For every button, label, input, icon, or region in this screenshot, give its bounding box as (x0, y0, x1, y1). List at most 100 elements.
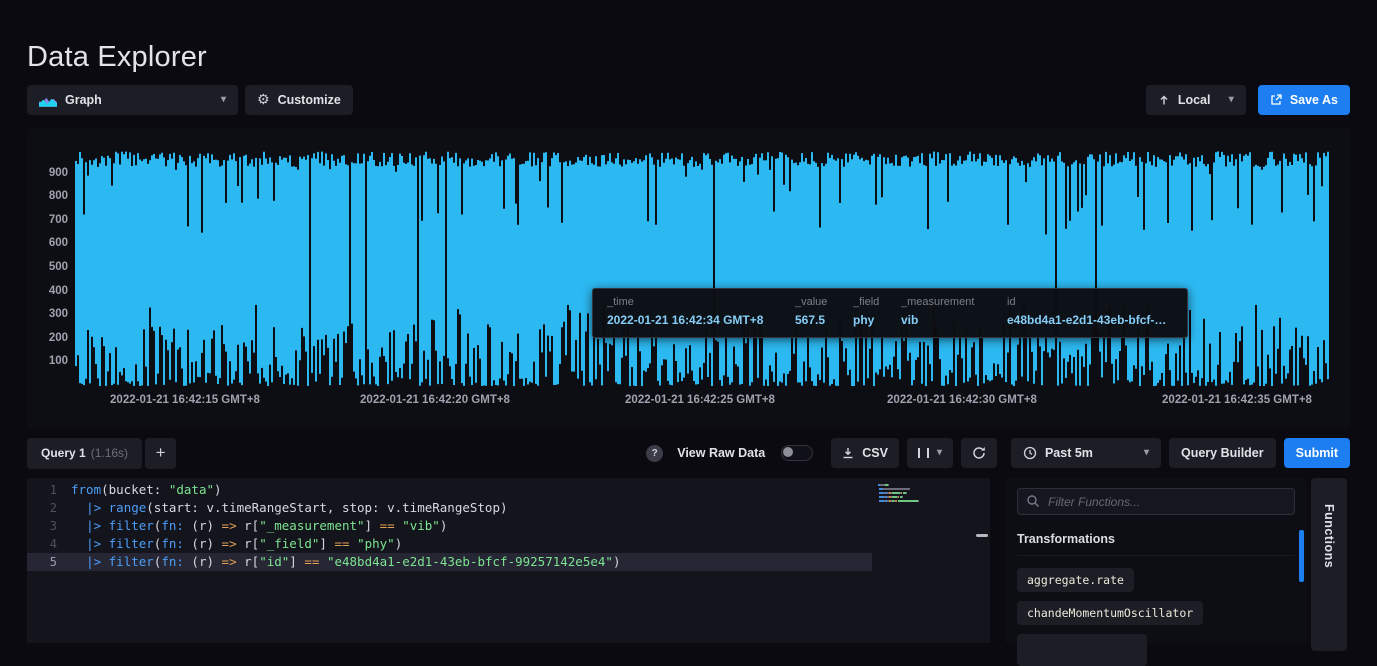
chevron-down-icon: ▾ (937, 448, 942, 458)
code-token: ) (613, 553, 621, 571)
add-query-button[interactable]: + (145, 438, 176, 469)
y-tick-label: 100 (27, 355, 68, 367)
local-label: Local (1178, 93, 1211, 107)
y-tick-label: 300 (27, 308, 68, 320)
visualization-type-dropdown[interactable]: Graph ▾ (27, 85, 238, 115)
line-number: 1 (27, 481, 71, 499)
code-line[interactable]: 4 |> filter(fn: (r) => r["_field"] == "p… (27, 535, 872, 553)
functions-panel: Transformations aggregate.rate chandeMome… (1005, 478, 1307, 643)
code-line[interactable]: 5 |> filter(fn: (r) => r["id"] == "e48bd… (27, 553, 872, 571)
code-token: ( (154, 517, 162, 535)
tooltip-column: _fieldphy (853, 296, 891, 330)
code-token: "data" (169, 481, 214, 499)
line-number: 5 (27, 553, 71, 571)
x-axis-labels: 2022-01-21 16:42:15 GMT+8 2022-01-21 16:4… (27, 394, 1350, 410)
code-token: ) (214, 481, 222, 499)
code-token: ] (319, 535, 334, 553)
code-token: (r) (184, 535, 222, 553)
code-token: => (222, 517, 237, 535)
y-tick-label: 900 (27, 167, 68, 179)
code-line[interactable]: 1from(bucket: "data") (27, 481, 872, 499)
tooltip-column-header: _field (853, 296, 891, 308)
clock-icon (1023, 446, 1037, 460)
code-token: "_field" (259, 535, 319, 553)
minimap-handle[interactable] (976, 534, 988, 537)
query-duration: (1.16s) (91, 446, 128, 460)
line-number: 4 (27, 535, 71, 553)
time-range-label: Past 5m (1045, 446, 1093, 460)
pause-refresh-button[interactable]: ▾ (907, 438, 953, 468)
code-token: ] (365, 517, 380, 535)
time-series-plot[interactable] (75, 150, 1329, 388)
code-token: ) (395, 535, 403, 553)
help-icon[interactable]: ? (646, 445, 663, 462)
functions-side-tab[interactable]: Functions (1311, 478, 1347, 651)
code-token: r[ (237, 517, 260, 535)
local-dropdown[interactable]: Local ▾ (1146, 85, 1246, 115)
code-token (319, 553, 327, 571)
query-tab[interactable]: Query 1 (1.16s) (27, 438, 142, 469)
code-token: ] (289, 553, 304, 571)
y-tick-label: 800 (27, 190, 68, 202)
function-item-partial[interactable] (1017, 634, 1147, 666)
customize-label: Customize (278, 93, 341, 107)
tooltip-column: _value567.5 (795, 296, 843, 330)
tooltip-column: _measurementvib (901, 296, 997, 330)
query-builder-label: Query Builder (1181, 446, 1264, 460)
toolbar: Graph ▾ ⚙ Customize Local ▾ Save As (27, 85, 1350, 115)
tooltip-column-value: phy (853, 313, 891, 327)
download-icon (842, 447, 854, 459)
csv-label: CSV (862, 446, 888, 460)
query-builder-button[interactable]: Query Builder (1169, 438, 1276, 468)
pause-icon (918, 448, 929, 458)
code-token: filter (109, 553, 154, 571)
view-raw-data-toggle[interactable] (781, 445, 813, 461)
code-token: |> (86, 535, 109, 553)
line-number: 2 (27, 499, 71, 517)
code-token: "vib" (402, 517, 440, 535)
x-tick-label: 2022-01-21 16:42:20 GMT+8 (360, 394, 510, 406)
function-item[interactable]: aggregate.rate (1017, 568, 1134, 592)
query-bar: Query 1 (1.16s) + ? View Raw Data CSV ▾ (27, 437, 1350, 469)
editor-minimap[interactable] (872, 478, 990, 643)
code-token: => (222, 535, 237, 553)
tooltip-column-header: _time (607, 296, 785, 308)
flux-editor[interactable]: 1from(bucket: "data")2 |> range(start: v… (27, 478, 990, 643)
refresh-button[interactable] (961, 438, 997, 468)
y-tick-label: 600 (27, 237, 68, 249)
filter-functions-input[interactable] (1017, 488, 1295, 515)
toolbar-right-group: Local ▾ Save As (1146, 85, 1350, 115)
code-token: "id" (259, 553, 289, 571)
code-line[interactable]: 3 |> filter(fn: (r) => r["_measurement"]… (27, 517, 872, 535)
submit-button[interactable]: Submit (1284, 438, 1350, 468)
x-tick-label: 2022-01-21 16:42:15 GMT+8 (110, 394, 260, 406)
view-raw-data-label: View Raw Data (677, 446, 765, 460)
customize-button[interactable]: ⚙ Customize (245, 85, 353, 115)
save-as-label: Save As (1290, 93, 1338, 107)
code-line[interactable]: 2 |> range(start: v.timeRangeStart, stop… (27, 499, 872, 517)
code-token: "e48bd4a1-e2d1-43eb-bfcf-99257142e5e4" (327, 553, 613, 571)
tooltip: _time 2022-01-21 16:42:34 GMT+8 _value567.… (592, 288, 1188, 338)
graph-type-icon (39, 94, 57, 107)
save-as-button[interactable]: Save As (1258, 85, 1350, 115)
chevron-down-icon: ▾ (1144, 448, 1149, 458)
time-range-dropdown[interactable]: Past 5m ▾ (1011, 438, 1161, 468)
transformations-section-title: Transformations (1017, 532, 1295, 556)
code-token (71, 535, 86, 553)
code-token (71, 517, 86, 535)
y-tick-label: 200 (27, 332, 68, 344)
code-token: (r) (184, 517, 222, 535)
code-token: ( (154, 553, 162, 571)
upload-arrow-icon (1158, 94, 1170, 106)
code-token: filter (109, 535, 154, 553)
code-token: filter (109, 517, 154, 535)
tooltip-column-value: 2022-01-21 16:42:34 GMT+8 (607, 313, 785, 327)
minimap-content (878, 484, 919, 504)
editor-lines: 1from(bucket: "data")2 |> range(start: v… (27, 481, 872, 571)
csv-download-button[interactable]: CSV (831, 438, 899, 468)
panel-scrollbar-thumb[interactable] (1299, 530, 1304, 582)
search-icon (1026, 494, 1040, 513)
gear-icon: ⚙ (257, 93, 270, 107)
function-item[interactable]: chandeMomentumOscillator (1017, 601, 1203, 625)
code-token (71, 553, 86, 571)
